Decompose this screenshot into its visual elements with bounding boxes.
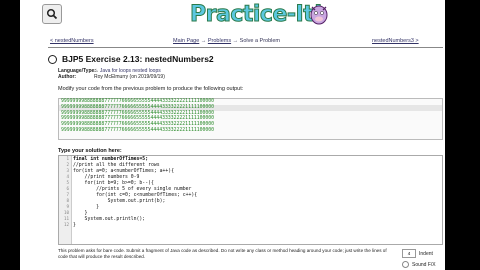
- problem-prompt: Modify your code from the previous probl…: [58, 86, 244, 92]
- cow-mascot-icon: [310, 5, 328, 25]
- indent-label: Indent: [419, 250, 433, 257]
- problem-title: BJP5 Exercise 2.13: nestedNumbers2: [62, 54, 214, 64]
- next-problem-link[interactable]: nestedNumbers3 >: [372, 38, 419, 44]
- divider: [48, 47, 443, 48]
- page-content: Practice-It! < nestedNumbers Main Page →…: [20, 0, 445, 270]
- soundfx-radio[interactable]: [402, 261, 409, 268]
- problems-link[interactable]: Problems: [208, 38, 231, 44]
- breadcrumb-arrow: →: [199, 38, 208, 44]
- status-circle-icon: [48, 54, 57, 64]
- soundfx-control[interactable]: Sound F/X: [402, 261, 436, 268]
- magnifier-icon: [46, 8, 58, 20]
- bare-code-note: This problem asks for bare code. Submit …: [58, 248, 387, 259]
- expected-output: 9999999988888887777776666655555444433332…: [58, 98, 443, 140]
- code-text[interactable]: final int numberOfTimes=5; //print all t…: [73, 157, 197, 229]
- main-page-link[interactable]: Main Page: [173, 38, 199, 44]
- author-value: Roy McElmurry (on 2019/09/19): [94, 74, 165, 80]
- code-line[interactable]: }: [73, 223, 197, 229]
- practice-it-logo[interactable]: Practice-It!: [190, 2, 330, 30]
- author-label: Author:: [58, 74, 77, 80]
- line-number: 12: [63, 222, 69, 227]
- indent-input[interactable]: [402, 249, 416, 258]
- next-problem-label[interactable]: nestedNumbers3 >: [372, 38, 419, 44]
- breadcrumb-arrow: →: [231, 38, 240, 44]
- soundfx-label: Sound F/X: [412, 261, 436, 268]
- zoom-button[interactable]: [42, 4, 62, 24]
- line-number-gutter: 1 2 3 4 5 6 7 8 9 10 11 12: [59, 156, 72, 244]
- output-line: 9999999988888887777776666655555444433332…: [61, 127, 215, 133]
- logo-text: Practice-It!: [190, 2, 324, 28]
- solution-label: Type your solution here:: [58, 148, 122, 154]
- prev-problem-link[interactable]: < nestedNumbers: [50, 38, 94, 44]
- breadcrumb-current: Solve a Problem: [239, 38, 281, 44]
- indent-control: Indent: [402, 249, 433, 258]
- code-editor[interactable]: 1 2 3 4 5 6 7 8 9 10 11 12 final int num…: [58, 155, 443, 245]
- problem-title-row: BJP5 Exercise 2.13: nestedNumbers2: [48, 54, 214, 64]
- problem-meta: Language/Type:♨ Java for loops nested lo…: [58, 68, 165, 80]
- prev-problem-label[interactable]: < nestedNumbers: [50, 38, 94, 44]
- breadcrumb: Main Page → Problems → Solve a Problem: [173, 38, 280, 44]
